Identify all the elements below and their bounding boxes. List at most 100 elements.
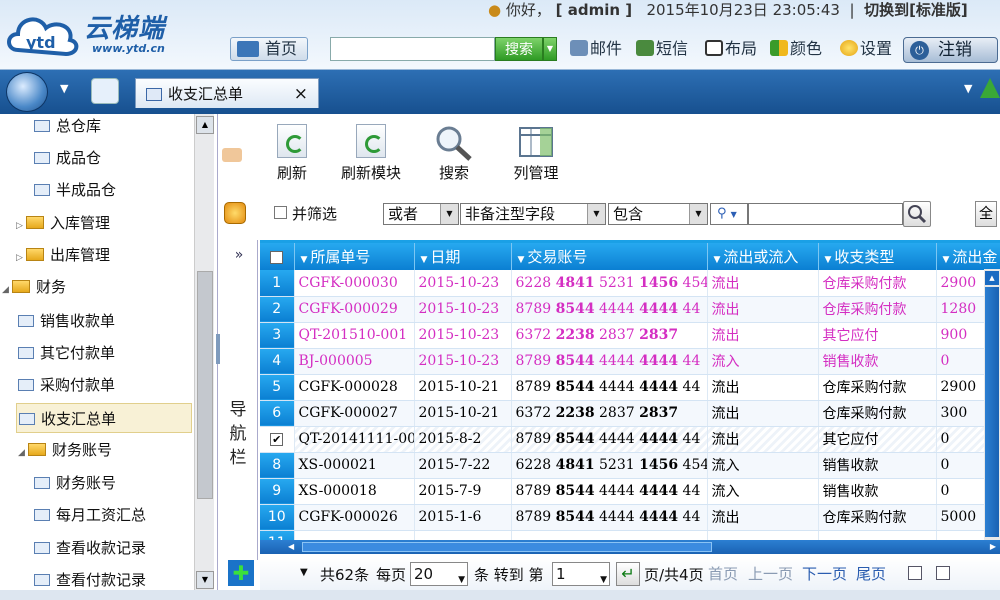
select-all-button[interactable]: 全	[975, 201, 997, 227]
sidebar-item-other-payment[interactable]: 其它付款单	[18, 338, 115, 368]
go-page-button[interactable]: ↵	[616, 562, 640, 586]
field-select[interactable]: 非备注型字段 ▼	[460, 203, 606, 225]
column-header-account[interactable]: ▼ 交易账号	[511, 243, 708, 270]
row-number[interactable]: 2	[260, 296, 295, 323]
select-all-checkbox[interactable]	[260, 243, 295, 270]
scroll-up-icon[interactable]: ▲	[196, 116, 214, 134]
table-row[interactable]: 2 CGFK-000029 2015-10-23 8789 8544 4444 444…	[260, 296, 1000, 323]
sms-button[interactable]: 短信	[636, 38, 688, 60]
sidebar-item-outbound[interactable]: ▷ 出库管理	[16, 240, 110, 270]
home-button[interactable]: 首页	[230, 37, 308, 61]
row-number[interactable]: 4	[260, 348, 295, 375]
column-manager-button[interactable]: 列管理	[510, 124, 562, 183]
sidebar-item-sales-receipt[interactable]: 销售收款单	[18, 306, 115, 336]
tab-list-dropdown-icon[interactable]: ▼	[964, 82, 972, 95]
sidebar-item-finished-goods[interactable]: 成品仓	[34, 143, 101, 173]
row-number[interactable]: 6	[260, 400, 295, 427]
color-button[interactable]: 颜色	[770, 38, 822, 60]
collapse-icon[interactable]: ◢	[18, 438, 28, 468]
table-row[interactable]: 6 CGFK-000027 2015-10-21 6372 2238 2837 283…	[260, 400, 1000, 427]
column-header-direction[interactable]: ▼ 流出或流入	[707, 243, 819, 270]
search-dropdown-toggle[interactable]: ▼	[543, 37, 557, 61]
logic-select[interactable]: 或者 ▼	[383, 203, 459, 225]
and-filter-checkbox[interactable]	[274, 206, 287, 219]
expand-icon[interactable]: ▷	[16, 211, 26, 241]
column-header-order-no[interactable]: ▼ 所属单号	[294, 243, 415, 270]
table-row[interactable]: 10 CGFK-000026 2015-1-6 8789 8544 4444 4444…	[260, 504, 1000, 531]
column-header-type[interactable]: ▼ 收支类型	[818, 243, 937, 270]
table-row[interactable]: ✔ QT-20141111-001 2015-8-2 8789 8544 4444 4…	[260, 426, 1000, 453]
expand-icon[interactable]: ▷	[16, 243, 26, 273]
table-row[interactable]: 8 XS-000021 2015-7-22 6228 4841 5231 1456 4…	[260, 452, 1000, 479]
mail-button[interactable]: 邮件	[570, 38, 622, 60]
row-number[interactable]: 8	[260, 452, 295, 479]
per-page-select[interactable]: 20 ▼	[410, 562, 468, 586]
row-checkbox[interactable]: ✔	[260, 426, 295, 453]
scroll-right-icon[interactable]: ▶	[990, 540, 996, 554]
filter-settings-icon[interactable]	[224, 202, 246, 224]
table-row[interactable]: 9 XS-000018 2015-7-9 8789 8544 4444 4444 44…	[260, 478, 1000, 505]
search-input[interactable]	[330, 37, 495, 61]
sidebar-item-receipt-records[interactable]: 查看收款记录	[34, 533, 146, 563]
scroll-thumb[interactable]	[985, 287, 999, 537]
grid-horizontal-scrollbar[interactable]: ◀ ▶	[260, 540, 1000, 554]
scroll-thumb[interactable]	[302, 542, 712, 552]
filter-value-input[interactable]	[748, 203, 903, 225]
panel-icon[interactable]	[222, 148, 242, 162]
column-header-date[interactable]: ▼ 日期	[414, 243, 512, 270]
row-number[interactable]: 5	[260, 374, 295, 401]
sidebar-item-finance[interactable]: ◢ 财务	[2, 272, 66, 302]
next-page-link[interactable]: 下一页	[802, 563, 847, 584]
row-number[interactable]: 9	[260, 478, 295, 505]
toolbar-search-button[interactable]: 搜索	[434, 124, 474, 183]
collapse-icon[interactable]: ◢	[2, 275, 12, 305]
sidebar-item-semi-finished[interactable]: 半成品仓	[34, 175, 116, 205]
prev-page-link[interactable]: 上一页	[748, 563, 793, 584]
start-orb-icon[interactable]	[6, 72, 48, 112]
last-page-link[interactable]: 尾页	[856, 563, 886, 584]
scroll-up-icon[interactable]: ▲	[985, 271, 999, 285]
layout-button[interactable]: 布局	[705, 38, 757, 60]
filter-search-button[interactable]	[903, 201, 931, 227]
table-row[interactable]: 1 CGFK-000030 2015-10-23 6228 4841 5231 145…	[260, 270, 1000, 297]
sidebar-item-main-warehouse[interactable]: 总仓库	[34, 111, 101, 141]
grid-vertical-scrollbar[interactable]: ▲	[984, 269, 1000, 541]
grid-view-icon[interactable]	[908, 566, 922, 580]
first-page-link[interactable]: 首页	[708, 563, 738, 584]
logout-button[interactable]: ⏻ 注销	[903, 37, 998, 63]
list-view-icon[interactable]	[936, 566, 950, 580]
row-number[interactable]: 3	[260, 322, 295, 349]
refresh-module-button[interactable]: 刷新模块	[338, 124, 404, 183]
sidebar-item-inbound[interactable]: ▷ 入库管理	[16, 208, 110, 238]
scroll-down-icon[interactable]: ▼	[196, 571, 214, 589]
search-button[interactable]: 搜索	[495, 37, 543, 61]
expand-nav-icon[interactable]: »	[224, 240, 254, 270]
menu-dropdown-icon[interactable]: ▼	[60, 82, 68, 95]
settings-button[interactable]: 设置	[840, 38, 892, 60]
notes-icon[interactable]	[91, 78, 119, 104]
search-mode-select[interactable]: ⚲ ▼	[710, 203, 748, 225]
sidebar-item-income-expense-summary[interactable]: 收支汇总单	[16, 403, 192, 433]
operator-select[interactable]: 包含 ▼	[608, 203, 708, 225]
scroll-thumb[interactable]	[197, 271, 213, 499]
sidebar-item-purchase-payment[interactable]: 采购付款单	[18, 370, 115, 400]
switch-edition-link[interactable]: 切换到[标准版]	[864, 1, 968, 19]
brand-logo[interactable]: ytd 云梯端 www.ytd.cn	[4, 6, 179, 62]
add-row-button[interactable]: ✚	[228, 560, 254, 586]
nav-label[interactable]: 导航栏	[228, 398, 248, 470]
scroll-left-icon[interactable]: ◀	[288, 540, 294, 554]
pager-menu-icon[interactable]: ▼	[300, 567, 308, 578]
refresh-button[interactable]: 刷新	[272, 124, 312, 183]
sidebar-item-monthly-salary[interactable]: 每月工资汇总	[34, 500, 146, 530]
sidebar-scrollbar[interactable]: ▲ ▼	[194, 114, 214, 590]
close-icon[interactable]: ×	[294, 79, 308, 109]
sidebar-item-finance-accounts[interactable]: 财务账号	[34, 468, 116, 498]
row-number[interactable]: 1	[260, 270, 295, 297]
tab-income-expense-summary[interactable]: 收支汇总单 ×	[135, 78, 319, 108]
table-row[interactable]: 3 QT-201510-001 2015-10-23 6372 2238 2837 2…	[260, 322, 1000, 349]
row-number[interactable]: 10	[260, 504, 295, 531]
table-row[interactable]: 5 CGFK-000028 2015-10-21 8789 8544 4444 444…	[260, 374, 1000, 401]
scroll-top-icon[interactable]	[980, 78, 1000, 98]
sidebar-item-finance-accounts-group[interactable]: ◢ 财务账号	[18, 435, 112, 465]
table-row[interactable]: 4 BJ-000005 2015-10-23 8789 8544 4444 4444 …	[260, 348, 1000, 375]
